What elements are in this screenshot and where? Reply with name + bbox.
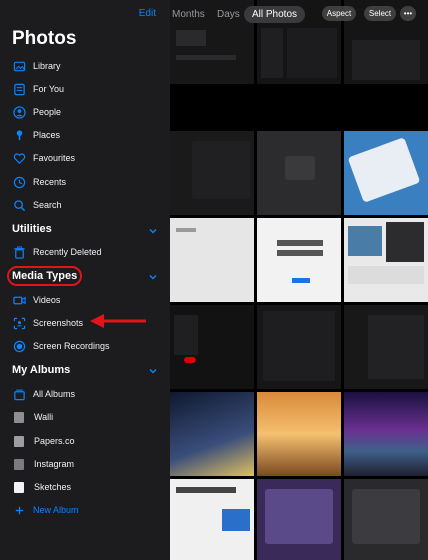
- photo-grid: [170, 0, 428, 560]
- album-thumbnail: [14, 411, 24, 423]
- new-album-button[interactable]: New Album: [13, 501, 79, 519]
- photo-thumbnail[interactable]: [170, 131, 254, 215]
- more-options-button[interactable]: •••: [400, 6, 416, 21]
- people-icon: [13, 105, 26, 119]
- album-thumbnail: [14, 435, 24, 447]
- photo-thumbnail[interactable]: [257, 392, 341, 476]
- plus-icon: [13, 504, 26, 517]
- photo-thumbnail[interactable]: [257, 131, 341, 215]
- edit-button[interactable]: Edit: [139, 8, 156, 19]
- sidebar-item-label: Walli: [34, 412, 54, 422]
- screen-record-icon: [13, 340, 26, 353]
- for-you-icon: [13, 83, 26, 96]
- places-icon: [13, 129, 26, 142]
- annotation-highlight-ring: [7, 266, 82, 286]
- sidebar-item-label: All Albums: [33, 389, 76, 399]
- albums-icon: [13, 388, 26, 401]
- tab-all-photos[interactable]: All Photos: [244, 6, 306, 23]
- photo-thumbnail[interactable]: [344, 392, 428, 476]
- heart-icon: [13, 152, 26, 165]
- sidebar-item-places[interactable]: Places: [13, 126, 60, 144]
- tab-months[interactable]: Months: [172, 9, 205, 20]
- sidebar-item-label: Screenshots: [33, 318, 84, 328]
- video-icon: [13, 294, 26, 307]
- chevron-down-icon[interactable]: [148, 272, 158, 282]
- sidebar-item-label: Screen Recordings: [33, 341, 110, 351]
- chevron-down-icon[interactable]: [148, 366, 158, 376]
- sidebar-item-screenshots[interactable]: Screenshots: [13, 314, 83, 332]
- photo-library-icon: [13, 60, 26, 73]
- search-icon: [13, 199, 26, 212]
- sidebar-item-album[interactable]: Sketches: [13, 478, 71, 496]
- sidebar-item-label: Search: [33, 200, 62, 210]
- sidebar-item-label: Papers.co: [34, 436, 75, 446]
- sidebar-item-favourites[interactable]: Favourites: [13, 149, 75, 167]
- aspect-button[interactable]: Aspect: [322, 6, 356, 21]
- sidebar-item-album[interactable]: Walli: [13, 408, 53, 426]
- sidebar-item-label: For You: [33, 84, 65, 94]
- sidebar-item-recents[interactable]: Recents: [13, 173, 66, 191]
- sidebar-title: Photos: [12, 28, 77, 49]
- sidebar-item-album[interactable]: Papers.co: [13, 432, 75, 450]
- album-thumbnail: [14, 458, 24, 470]
- top-toolbar: Months Days All Photos Aspect Select: [170, 0, 428, 26]
- photo-thumbnail[interactable]: [257, 305, 341, 389]
- sidebar-item-videos[interactable]: Videos: [13, 291, 60, 309]
- sidebar-item-label: Favourites: [33, 153, 76, 163]
- sidebar-item-album[interactable]: Instagram: [13, 455, 74, 473]
- sidebar-item-label: Library: [33, 61, 61, 71]
- sidebar-item-label: People: [33, 107, 62, 117]
- photo-thumbnail[interactable]: [170, 218, 254, 302]
- sidebar-item-search[interactable]: Search: [13, 196, 62, 214]
- sidebar-item-label: Recents: [33, 177, 67, 187]
- photo-thumbnail[interactable]: [344, 479, 428, 560]
- sidebar-item-label: Videos: [33, 295, 61, 305]
- sidebar-item-label: New Album: [33, 505, 79, 515]
- photo-thumbnail[interactable]: [170, 392, 254, 476]
- sidebar-item-label: Sketches: [34, 482, 72, 492]
- photo-thumbnail[interactable]: [170, 479, 254, 560]
- sidebar-item-recently-deleted[interactable]: Recently Deleted: [13, 243, 102, 261]
- sidebar-item-label: Recently Deleted: [33, 247, 102, 257]
- section-header-my-albums[interactable]: My Albums: [12, 364, 70, 376]
- sidebar-item-screen-recordings[interactable]: Screen Recordings: [13, 337, 110, 355]
- annotation-arrow-icon: [90, 314, 146, 328]
- trash-icon: [13, 245, 26, 259]
- album-thumbnail: [14, 481, 24, 493]
- sidebar-item-all-albums[interactable]: All Albums: [13, 385, 75, 403]
- photo-thumbnail[interactable]: [344, 305, 428, 389]
- select-button[interactable]: Select: [364, 6, 396, 21]
- photo-thumbnail[interactable]: [170, 305, 254, 389]
- sidebar-item-library[interactable]: Library: [13, 57, 61, 75]
- tab-days[interactable]: Days: [217, 9, 240, 20]
- sidebar-item-people[interactable]: People: [13, 103, 61, 121]
- screenshot-icon: [13, 317, 26, 330]
- sidebar-item-label: Instagram: [34, 459, 75, 469]
- section-header-utilities[interactable]: Utilities: [12, 223, 52, 235]
- clock-icon: [13, 176, 26, 189]
- photo-thumbnail[interactable]: [344, 218, 428, 302]
- photo-thumbnail[interactable]: [257, 479, 341, 560]
- sidebar-item-for-you[interactable]: For You: [13, 80, 64, 98]
- sidebar-item-label: Places: [33, 130, 61, 140]
- photo-thumbnail[interactable]: [344, 131, 428, 215]
- photo-thumbnail[interactable]: [257, 218, 341, 302]
- chevron-down-icon[interactable]: [148, 226, 158, 236]
